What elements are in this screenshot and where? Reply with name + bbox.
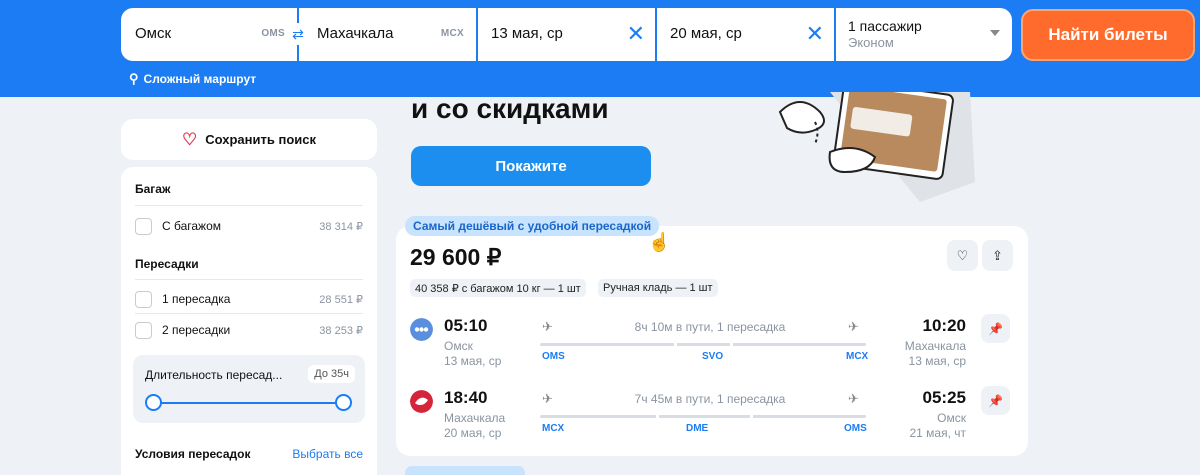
promo-show-button[interactable]: Покажите (411, 146, 651, 186)
route-line (540, 415, 866, 418)
cheapest-badge: Самый дешёвый с удобной пересадкой (405, 216, 660, 236)
origin-airport: OMS (542, 351, 565, 362)
transfer-airport: SVO (702, 351, 724, 362)
passengers-count: 1 пассажир (848, 18, 922, 34)
return-date: 20 мая, ср (670, 25, 742, 42)
arrival-city: Махачкала (904, 339, 966, 353)
cursor-icon: ☝ (648, 232, 671, 252)
destination-code: MCX (440, 28, 464, 39)
pin-button[interactable]: 📌 (981, 314, 1010, 343)
close-icon[interactable]: ✕ (627, 21, 645, 47)
departure-city: Махачкала (444, 411, 506, 425)
duration-value: До 35ч (308, 365, 355, 383)
search-header: Омск OMS ⇄ Махачкала MCX 13 мая, ср ✕ 20… (0, 0, 1200, 97)
find-tickets-button[interactable]: Найти билеты (1021, 9, 1195, 61)
filter-one-stop[interactable]: 1 пересадка 28 551 ₽ (135, 288, 363, 310)
promo-title: и со скидками (411, 93, 609, 124)
departure-date: 13 мая, ср (444, 354, 502, 368)
select-all-link[interactable]: Выбрать все (292, 447, 363, 461)
arrival-time: 05:25 (922, 388, 966, 407)
swap-icon[interactable]: ⇄ (287, 23, 309, 45)
filter-price: 28 551 ₽ (319, 293, 363, 306)
conditions-title: Условия пересадок (135, 447, 251, 461)
next-ticket-badge (405, 466, 525, 475)
checkbox[interactable] (135, 321, 152, 339)
destination-field[interactable]: Махачкала MCX (299, 8, 476, 61)
arrival-date: 13 мая, ср (908, 354, 966, 368)
pin-icon: 📌 (988, 393, 1003, 408)
filter-price: 38 314 ₽ (319, 220, 363, 233)
ticket-card[interactable]: 29 600 ₽ ♡ ⇪ 40 358 ₽ с багажом 10 кг — … (396, 226, 1028, 456)
slider-handle-min[interactable] (145, 394, 162, 411)
origin-city: Омск (135, 25, 172, 42)
airline-logo (410, 318, 433, 341)
plane-landing-icon: ✈ (848, 391, 859, 406)
flight-duration: 7ч 45м в пути, 1 пересадка (634, 392, 786, 406)
duration-label: Длительность пересад... (145, 368, 283, 382)
departure-date: 20 мая, ср (444, 426, 502, 440)
plane-takeoff-icon: ✈ (542, 319, 553, 334)
ticket-price: 29 600 ₽ (410, 244, 502, 270)
flight-segment-outbound: 05:10 Омск 13 мая, ср ✈ 8ч 10м в пути, 1… (410, 314, 1014, 374)
destination-airport: MCX (846, 351, 869, 362)
complex-route-link[interactable]: ⚲ Сложный маршрут (129, 71, 256, 87)
filter-two-stops[interactable]: 2 пересадки 38 253 ₽ (135, 319, 363, 341)
arrival-date: 21 мая, чт (909, 426, 966, 440)
close-icon[interactable]: ✕ (806, 21, 824, 47)
return-date-field[interactable]: 20 мая, ср ✕ (657, 8, 834, 61)
arrival-time: 10:20 (922, 316, 966, 335)
route-icon: ⚲ (129, 71, 139, 86)
departure-time: 18:40 (444, 388, 488, 407)
pin-icon: 📌 (988, 321, 1003, 336)
hand-luggage-chip: Ручная кладь — 1 шт (598, 279, 718, 297)
slider-handle-max[interactable] (335, 394, 352, 411)
route-line (540, 343, 866, 346)
filters-panel: Багаж С багажом 38 314 ₽ Пересадки 1 пер… (121, 167, 377, 475)
destination-airport: OMS (844, 423, 867, 434)
filter-label: 2 пересадки (162, 323, 231, 337)
pin-button[interactable]: 📌 (981, 386, 1010, 415)
baggage-price-chip: 40 358 ₽ с багажом 10 кг — 1 шт (410, 279, 586, 297)
origin-field[interactable]: Омск OMS (121, 8, 297, 61)
heart-icon: ♡ (182, 129, 198, 149)
plane-landing-icon: ✈ (848, 319, 859, 334)
arrival-city: Омск (937, 411, 966, 425)
promo-illustration (778, 92, 975, 202)
departure-date-field[interactable]: 13 мая, ср ✕ (478, 8, 655, 61)
filter-price: 38 253 ₽ (319, 324, 363, 337)
divider (135, 313, 363, 314)
departure-date: 13 мая, ср (491, 25, 563, 42)
filter-label: С багажом (162, 219, 222, 233)
cabin-class: Эконом (848, 35, 894, 50)
share-button[interactable]: ⇪ (982, 240, 1013, 271)
flight-duration: 8ч 10м в пути, 1 пересадка (634, 320, 786, 334)
favorite-button[interactable]: ♡ (947, 240, 978, 271)
divider (135, 205, 363, 206)
divider (135, 279, 363, 280)
share-icon: ⇪ (992, 247, 1003, 263)
origin-airport: MCX (542, 423, 565, 434)
complex-route-label: Сложный маршрут (143, 72, 257, 86)
save-search-button[interactable]: ♡ Сохранить поиск (121, 119, 377, 160)
baggage-title: Багаж (135, 182, 171, 196)
plane-takeoff-icon: ✈ (542, 391, 553, 406)
layover-duration-filter: Длительность пересад... До 35ч (133, 355, 365, 423)
filter-baggage[interactable]: С багажом 38 314 ₽ (135, 215, 363, 237)
departure-time: 05:10 (444, 316, 488, 335)
destination-city: Махачкала (317, 25, 394, 42)
checkbox[interactable] (135, 290, 152, 308)
transfer-airport: DME (686, 423, 709, 434)
filter-label: 1 пересадка (162, 292, 231, 306)
departure-city: Омск (444, 339, 473, 353)
chevron-down-icon (990, 30, 1000, 36)
stops-title: Пересадки (135, 257, 199, 271)
passengers-field[interactable]: 1 пассажир Эконом (836, 8, 1012, 61)
origin-code: OMS (261, 28, 285, 39)
airline-logo (410, 390, 433, 413)
flight-segment-return: 18:40 Махачкала 20 мая, ср ✈ 7ч 45м в пу… (410, 386, 1014, 446)
save-search-label: Сохранить поиск (205, 132, 316, 147)
duration-slider-track[interactable] (153, 402, 343, 404)
heart-icon: ♡ (956, 247, 969, 263)
checkbox[interactable] (135, 217, 152, 235)
